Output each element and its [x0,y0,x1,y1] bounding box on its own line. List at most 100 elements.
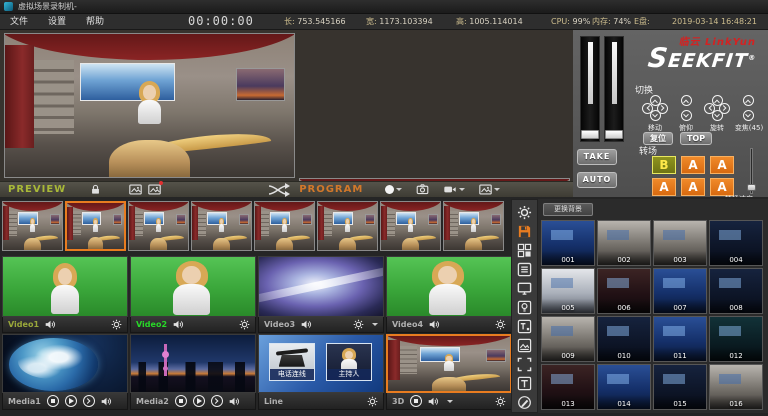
gear-icon[interactable] [367,396,378,407]
add-image-icon[interactable] [129,183,142,196]
transition-a-button[interactable]: A [710,156,734,174]
angle-thumbnail-5[interactable] [254,201,315,251]
channel-video1[interactable]: Video1 [2,256,128,333]
transition-a-button[interactable]: A [681,178,705,196]
scene-item[interactable]: 007 [653,268,707,314]
tbar-track-right[interactable] [604,36,624,142]
playlist-icon[interactable] [514,260,535,278]
settings-gear-icon[interactable] [514,203,535,221]
speaker-icon[interactable] [301,319,312,330]
angle-thumbnail-2-selected[interactable] [65,201,126,251]
video3-preview[interactable] [258,256,384,317]
save-icon[interactable] [514,222,535,240]
layout-grid-icon[interactable] [514,241,535,259]
angle-thumbnail-6[interactable] [317,201,378,251]
loop-button[interactable] [211,395,223,407]
pad-down-button[interactable] [712,110,723,121]
tbar-track-left[interactable] [580,36,600,142]
scene-item[interactable]: 014 [597,364,651,410]
video4-preview[interactable] [386,256,512,317]
menu-file[interactable]: 文件 [4,14,34,30]
speaker-icon[interactable] [173,319,184,330]
channel-line[interactable]: 电话连线 主持人 Line [258,334,384,410]
lock-icon[interactable] [90,184,101,195]
angle-thumbnail-1[interactable] [2,201,63,251]
tbar-handle[interactable] [581,130,599,139]
angle-thumbnail-3[interactable] [128,201,189,251]
scene-item[interactable]: 008 [709,268,763,314]
loop-button[interactable] [83,395,95,407]
transition-b-button[interactable]: B [652,156,676,174]
gear-icon[interactable] [353,319,364,330]
channel-video2[interactable]: Video2 [130,256,256,333]
speaker-icon[interactable] [429,319,440,330]
scene-item[interactable]: 003 [653,220,707,266]
subtitle-icon[interactable] [514,317,535,335]
output-image-icon[interactable] [479,183,500,196]
draw-pen-icon[interactable] [514,393,535,411]
angle-thumbnail-7[interactable] [380,201,441,251]
pad-up-button[interactable] [743,95,754,106]
channel-3d[interactable]: 3D [386,334,512,410]
speaker-icon[interactable] [101,396,112,407]
pad-down-button[interactable] [681,110,692,121]
channel-media1[interactable]: Media1 [2,334,128,410]
gear-icon[interactable] [239,319,250,330]
scene-item[interactable]: 001 [541,220,595,266]
menu-settings[interactable]: 设置 [42,14,72,30]
remove-image-icon[interactable] [148,183,161,196]
scene-item[interactable]: 002 [597,220,651,266]
stream-icon[interactable] [443,183,465,196]
speaker-icon[interactable] [428,396,439,407]
tbar-handle[interactable] [605,130,623,139]
record-button[interactable] [385,185,402,194]
scene-item[interactable]: 005 [541,268,595,314]
stop-button[interactable] [175,395,187,407]
play-button[interactable] [193,395,205,407]
pad-down-button[interactable] [650,110,661,121]
media1-preview[interactable] [2,334,128,393]
transition-speed-slider[interactable] [746,148,756,194]
lighting-icon[interactable] [514,298,535,316]
scene-item[interactable]: 015 [653,364,707,410]
auto-button[interactable]: AUTO [577,172,617,188]
slider-thumb[interactable] [747,184,756,191]
menu-help[interactable]: 帮助 [80,14,110,30]
scene-item[interactable]: 011 [653,316,707,362]
video1-preview[interactable] [2,256,128,317]
stop-button[interactable] [410,395,422,407]
scene-image-icon[interactable] [514,336,535,354]
play-button[interactable] [65,395,77,407]
3d-preview-selected[interactable] [386,334,512,393]
transition-a-button[interactable]: A [681,156,705,174]
take-button[interactable]: TAKE [577,149,617,165]
video2-preview[interactable] [130,256,256,317]
crop-frame-icon[interactable] [514,355,535,373]
line-host-source[interactable]: 主持人 [326,343,372,381]
line-preview[interactable]: 电话连线 主持人 [258,334,384,393]
speaker-icon[interactable] [45,319,56,330]
speaker-icon[interactable] [229,396,240,407]
scene-item[interactable]: 013 [541,364,595,410]
swap-transition-icon[interactable] [267,183,291,197]
channel-video3[interactable]: Video3 [258,256,384,333]
scene-item[interactable]: 006 [597,268,651,314]
channel-video4[interactable]: Video4 [386,256,512,333]
text-tool-icon[interactable] [514,374,535,392]
gear-icon[interactable] [495,396,506,407]
scene-item[interactable]: 010 [597,316,651,362]
scene-item[interactable]: 016 [709,364,763,410]
stop-button[interactable] [47,395,59,407]
change-background-button[interactable]: 更换背景 [543,203,593,216]
angle-thumbnail-8[interactable] [443,201,504,251]
scene-item[interactable]: 004 [709,220,763,266]
transition-a-button[interactable]: A [652,178,676,196]
gear-icon[interactable] [495,319,506,330]
channel-media2[interactable]: Media2 [130,334,256,410]
angle-thumbnail-4[interactable] [191,201,252,251]
pad-up-button[interactable] [681,95,692,106]
top-button[interactable]: TOP [680,132,712,145]
snapshot-icon[interactable] [416,183,429,196]
gear-icon[interactable] [111,319,122,330]
media2-preview[interactable] [130,334,256,393]
